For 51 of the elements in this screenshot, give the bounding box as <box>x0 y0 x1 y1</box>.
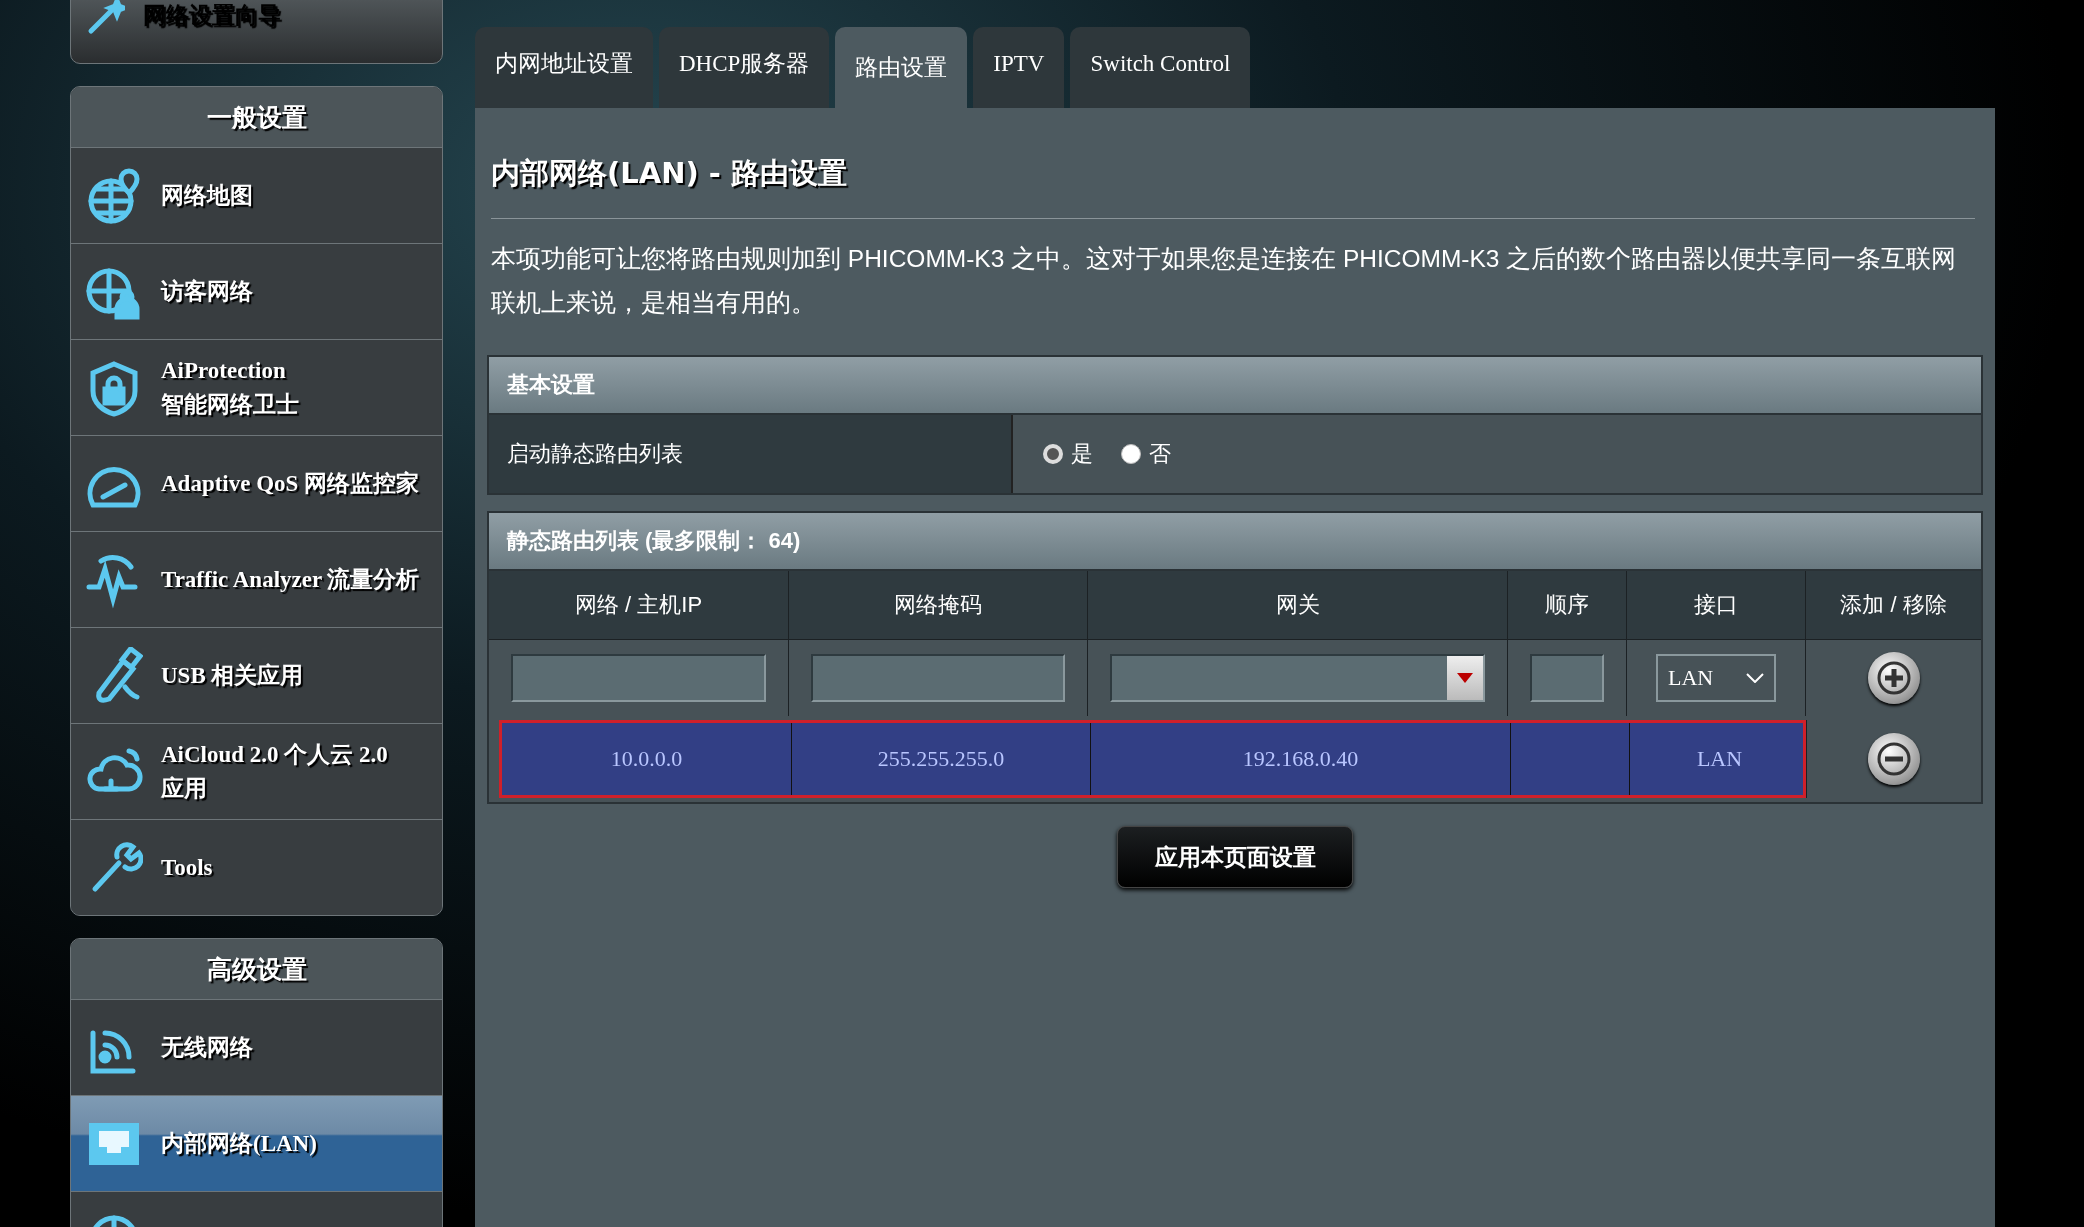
menu-label: USB 相关应用 <box>161 661 304 690</box>
tab[interactable]: IPTV <box>973 27 1065 108</box>
table-cell: 255.255.255.0 <box>792 723 1091 795</box>
gateway-combo-field[interactable] <box>1110 654 1485 702</box>
table-cell: 192.168.0.40 <box>1091 723 1511 795</box>
chevron-down-icon <box>1746 673 1764 683</box>
column-header: 添加 / 移除 <box>1806 571 1981 640</box>
route-row[interactable]: 10.0.0.0 255.255.255.0 192.168.0.40 LAN <box>499 720 1806 798</box>
tab[interactable]: DHCP服务器 <box>659 27 830 108</box>
menu-label: 网络设置向导 <box>143 2 281 30</box>
menu-label: AiProtection 智能网络卫士 <box>161 356 299 419</box>
column-header: 网关 <box>1088 571 1508 640</box>
radio-button[interactable] <box>1121 444 1141 464</box>
add-button[interactable] <box>1867 652 1920 704</box>
dropdown-arrow-icon <box>1457 673 1473 683</box>
menu-label: Tools <box>161 853 213 882</box>
menu-label: 无线网络 <box>161 1033 253 1062</box>
menu-label: Traffic Analyzer 流量分析 <box>161 565 420 594</box>
interface-select[interactable]: LAN <box>1656 654 1776 702</box>
tab[interactable]: 内网地址设置 <box>475 27 653 108</box>
menu-label: 访客网络 <box>161 277 253 306</box>
radio-label: 否 <box>1149 440 1171 468</box>
menu-section-title: 一般设置 <box>71 87 442 148</box>
apply-button[interactable]: 应用本页面设置 <box>1117 826 1353 888</box>
column-header: 网络 / 主机IP <box>489 571 789 640</box>
input-field[interactable] <box>511 654 766 702</box>
menu-label: 内部网络(LAN) <box>161 1129 317 1158</box>
plus-icon <box>1876 661 1911 695</box>
description: 本项功能可让您将路由规则加到 PHICOMM-K3 之中。这对于如果您是连接在 PHICOMM-K3 之后的数个路由器以便共享同一条互联网联机上来说，是相当有用的。 <box>491 244 1958 318</box>
column-header: 接口 <box>1627 571 1806 640</box>
radio-label: 是 <box>1071 440 1093 468</box>
tab[interactable]: 路由设置 <box>835 27 968 108</box>
table-title: 基本设置 <box>489 357 1981 415</box>
sidebar-item[interactable]: 内部网络(LAN) <box>71 1096 442 1192</box>
setting-label: 启动静态路由列表 <box>489 415 1013 493</box>
tab[interactable]: Switch Control <box>1070 27 1251 108</box>
menu-label: Adaptive QoS 网络监控家 <box>161 469 420 498</box>
menu-label: AiCloud 2.0 个人云 2.0 应用 <box>161 740 388 803</box>
table-title: 静态路由列表 (最多限制： 64) <box>489 513 1981 571</box>
menu-label: 网络地图 <box>161 181 253 210</box>
input-field[interactable] <box>1530 654 1604 702</box>
input-field[interactable] <box>811 654 1065 702</box>
remove-button[interactable] <box>1868 733 1920 785</box>
table-cell-text: LAN <box>1695 745 1744 773</box>
page-title: 内部网络(LAN) - 路由设置 <box>491 155 848 192</box>
menu-section-title: 高级设置 <box>71 939 442 1000</box>
column-header: 网络掩码 <box>789 571 1088 640</box>
radio-button[interactable] <box>1043 444 1063 464</box>
column-header: 顺序 <box>1508 571 1627 640</box>
table-cell: 10.0.0.0 <box>502 723 792 795</box>
minus-icon <box>1877 742 1911 776</box>
